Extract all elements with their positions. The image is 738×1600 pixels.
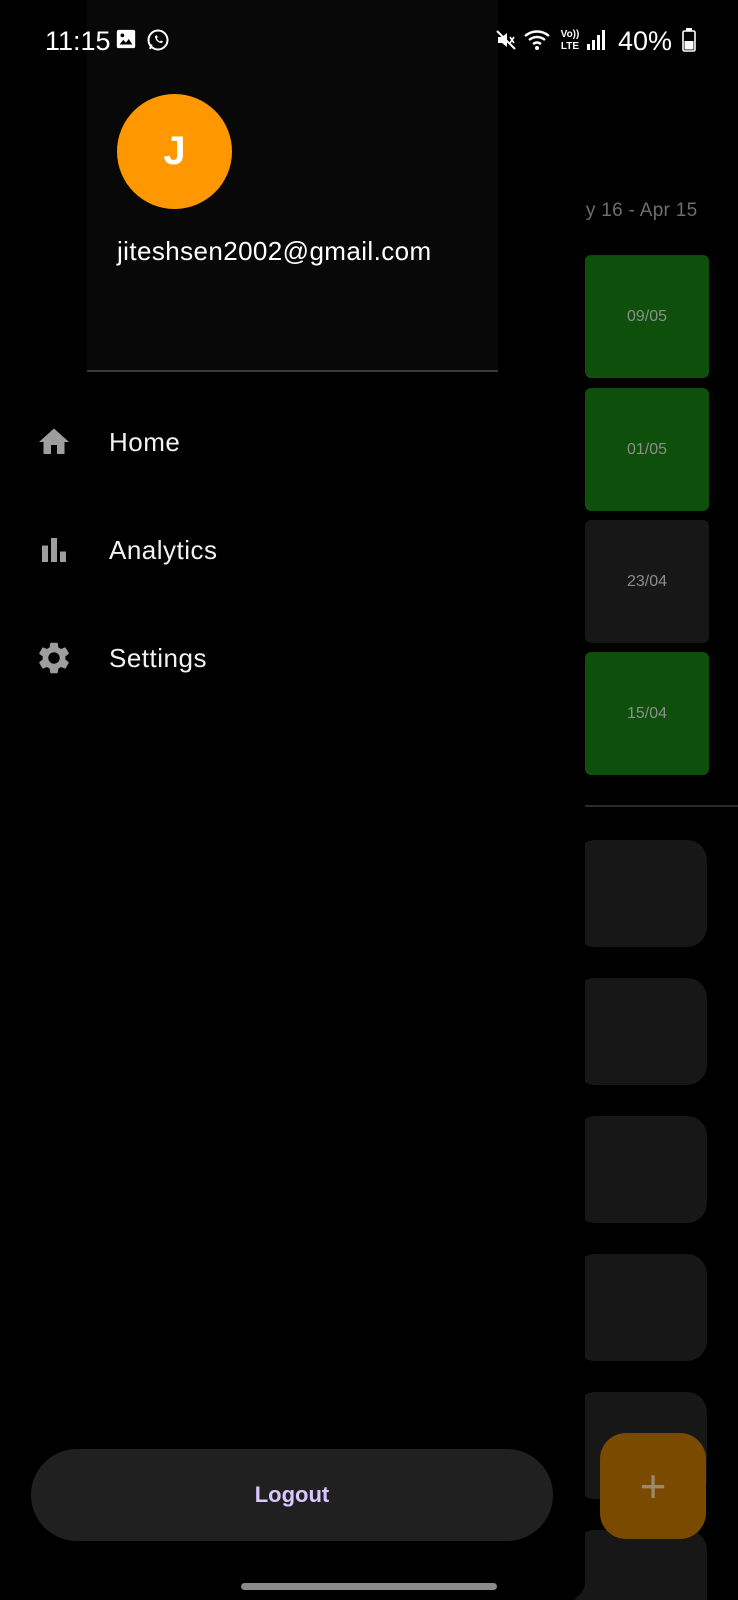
- battery-icon: [682, 28, 696, 57]
- battery-percent: 40%: [618, 26, 673, 56]
- avatar-initial: J: [163, 129, 186, 173]
- date-range-label: ay 16 - Apr 15: [575, 200, 698, 221]
- home-icon: [34, 422, 74, 462]
- list-card[interactable]: [575, 840, 707, 947]
- status-bar: 11:15 Vo)) LTE 40%: [0, 0, 738, 84]
- drawer-item-label: Home: [109, 426, 181, 457]
- drawer-item-home[interactable]: Home: [0, 402, 585, 482]
- date-tile[interactable]: 09/05: [585, 255, 709, 378]
- divider: [580, 805, 738, 807]
- date-tile-label: 09/05: [626, 307, 668, 325]
- list-card[interactable]: [575, 1530, 707, 1600]
- drawer-item-label: Settings: [109, 642, 207, 673]
- wifi-icon: [523, 28, 551, 57]
- logout-button[interactable]: Logout: [31, 1449, 553, 1541]
- home-indicator[interactable]: [241, 1583, 497, 1590]
- list-card[interactable]: [575, 1254, 707, 1361]
- date-tile-label: 15/04: [626, 704, 668, 722]
- drawer-item-analytics[interactable]: Analytics: [0, 510, 585, 590]
- date-tile[interactable]: 23/04: [585, 520, 709, 643]
- date-tile-label: 01/05: [626, 440, 668, 458]
- list-card[interactable]: [575, 978, 707, 1085]
- gear-icon: [34, 638, 74, 678]
- mute-icon: [494, 28, 518, 57]
- date-tile[interactable]: 01/05: [585, 388, 709, 511]
- navigation-drawer: J jiteshsen2002@gmail.com Home Analytics…: [0, 0, 585, 1600]
- signal-icon: [586, 28, 608, 57]
- add-fab-button[interactable]: +: [600, 1433, 706, 1539]
- date-tile-label: 23/04: [626, 572, 668, 590]
- user-email: jiteshsen2002@gmail.com: [117, 236, 432, 266]
- drawer-item-label: Analytics: [109, 534, 218, 565]
- plus-icon: +: [639, 1460, 667, 1512]
- volte-icon: Vo)) LTE: [558, 26, 582, 57]
- avatar: J: [117, 94, 232, 209]
- bar-chart-icon: [34, 530, 74, 570]
- gallery-notification-icon: [115, 28, 137, 55]
- drawer-item-settings[interactable]: Settings: [0, 618, 585, 698]
- date-tile[interactable]: 15/04: [585, 652, 709, 775]
- status-time: 11:15: [45, 26, 111, 56]
- screen: ay 16 - Apr 15 09/05 01/05 23/04 15/04 +…: [0, 0, 738, 1600]
- svg-text:LTE: LTE: [561, 41, 579, 52]
- list-card[interactable]: [575, 1116, 707, 1223]
- whatsapp-icon: [146, 28, 170, 57]
- svg-text:Vo)): Vo)): [561, 29, 580, 40]
